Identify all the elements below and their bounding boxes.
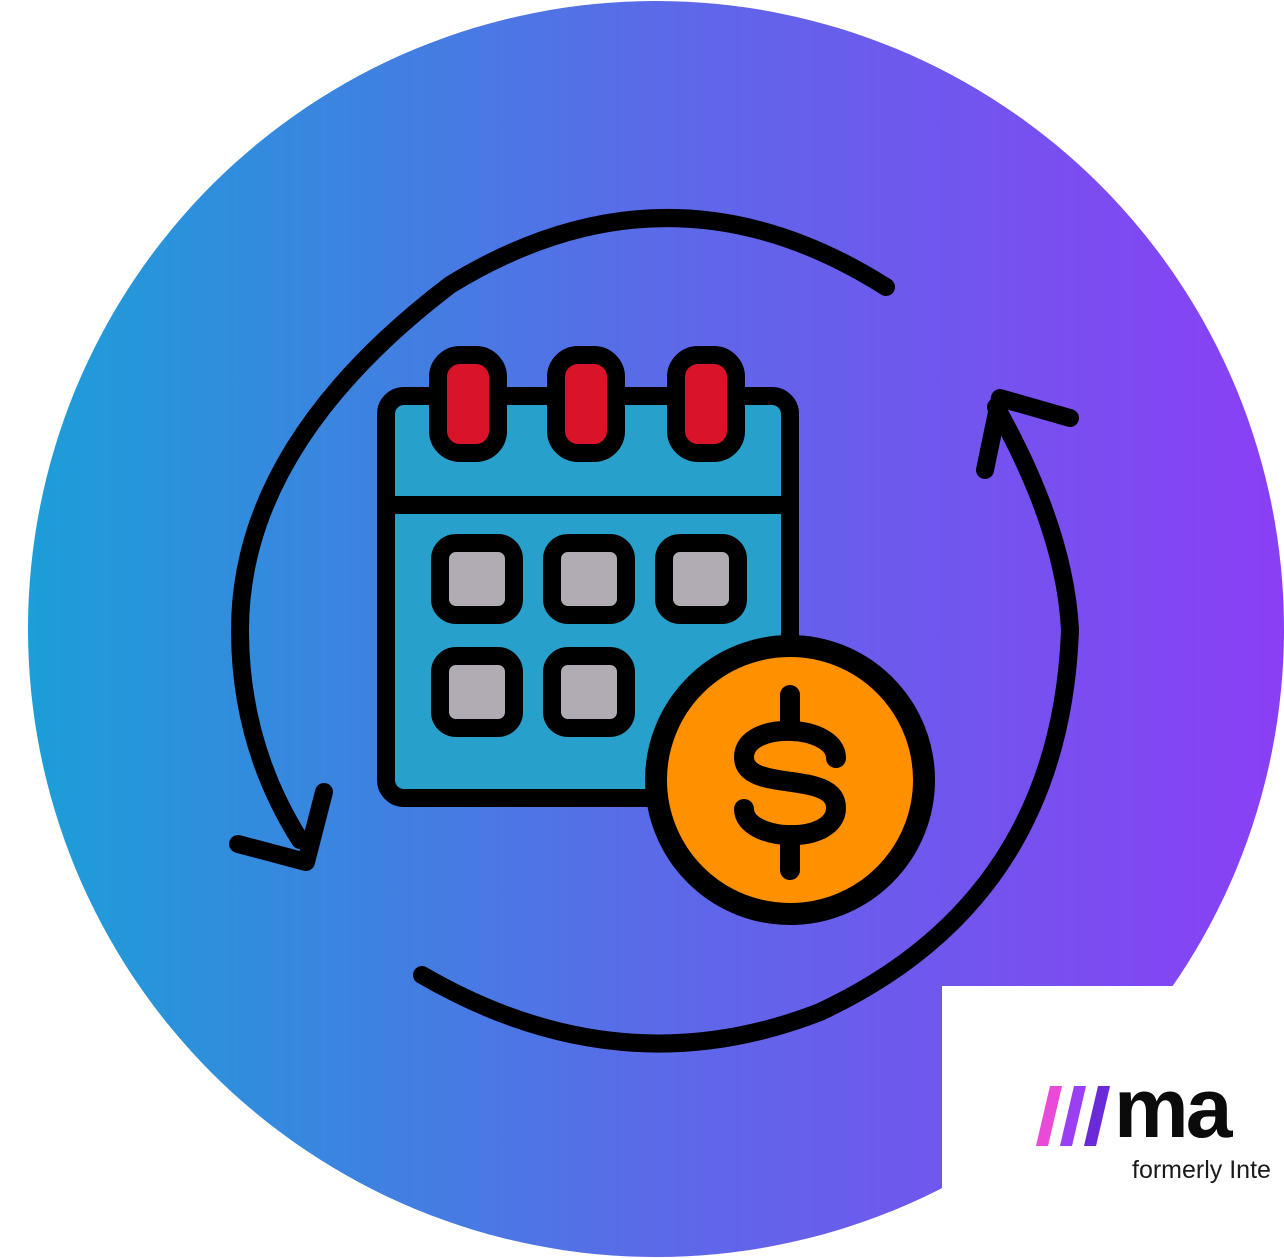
dollar-coin-icon (645, 635, 935, 925)
make-logo-stripes-icon (1036, 1086, 1110, 1146)
logo-tagline: formerly Inte (1132, 1156, 1271, 1184)
logo-card: ma formerly Inte (942, 986, 1284, 1258)
logo-wordmark: ma (1114, 1061, 1232, 1155)
